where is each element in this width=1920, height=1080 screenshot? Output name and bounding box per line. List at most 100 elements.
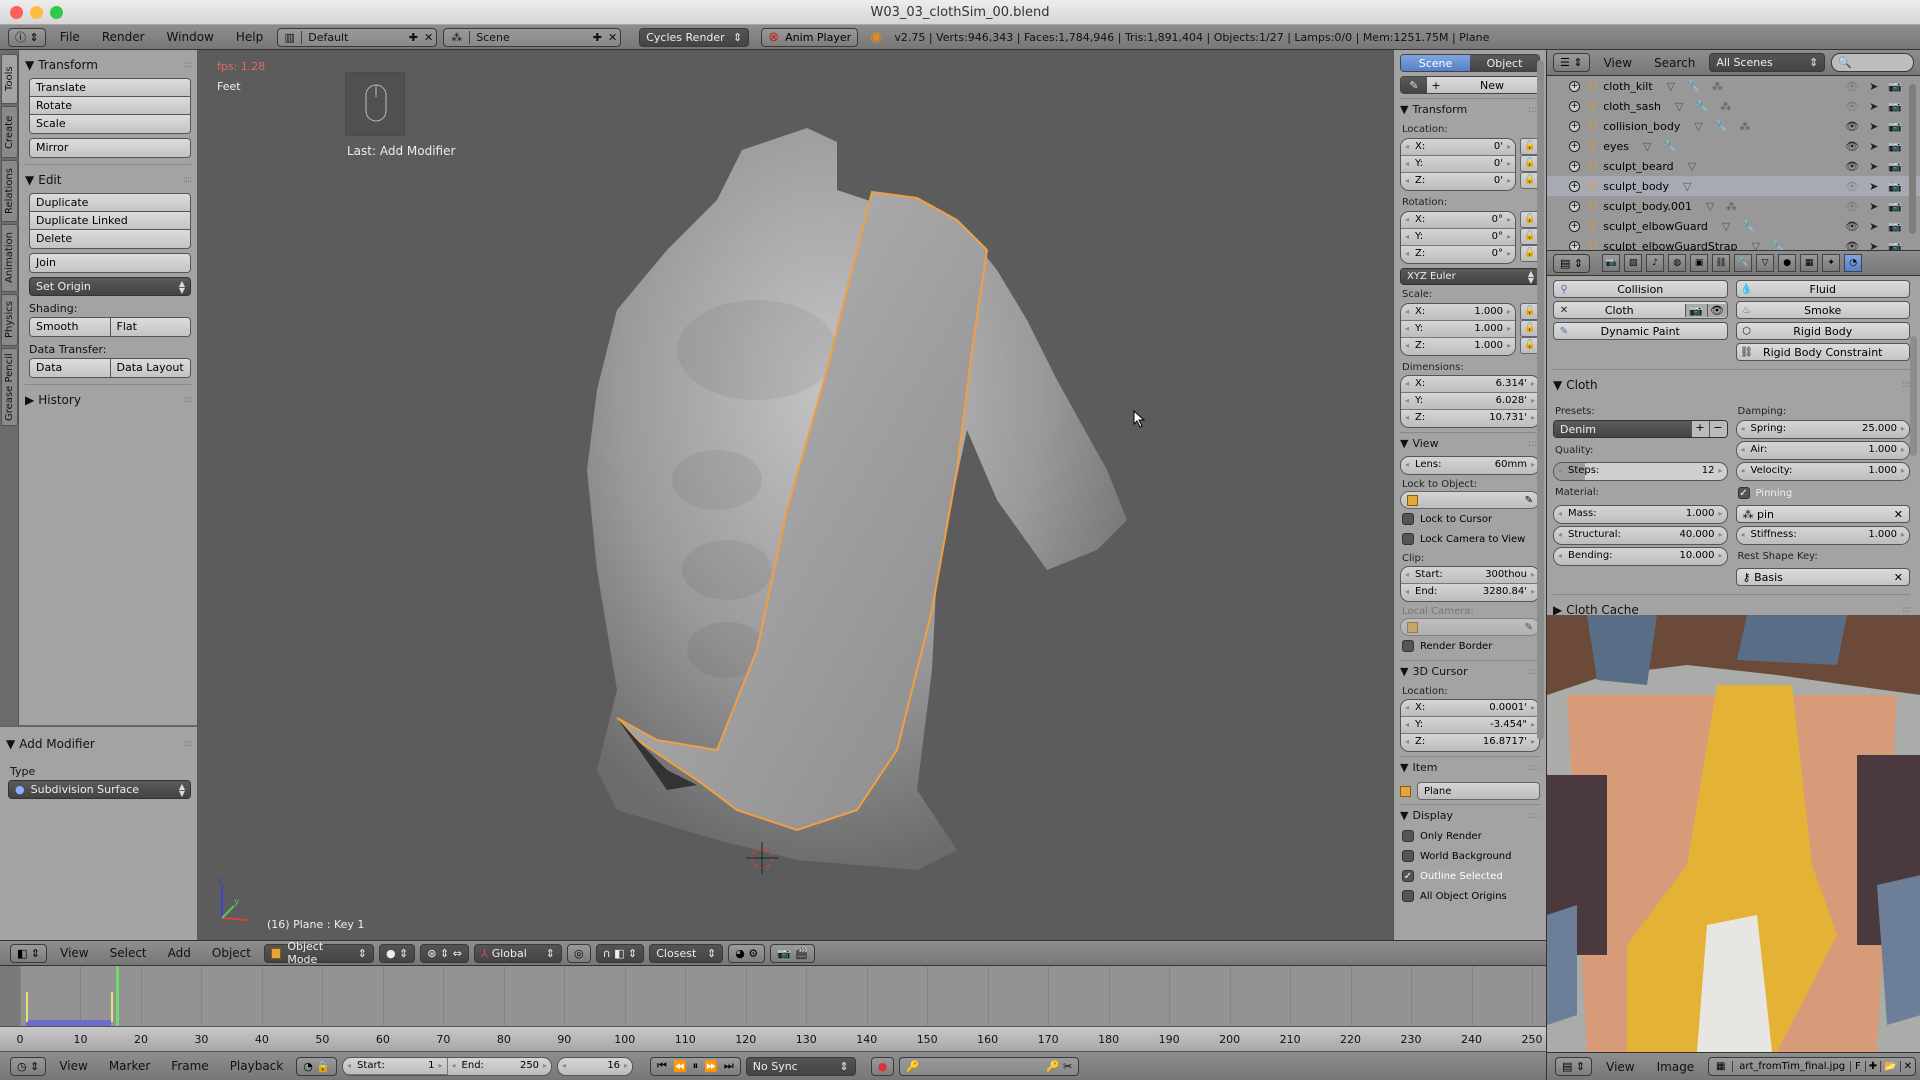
outliner-search-input[interactable]: 🔍 bbox=[1831, 53, 1914, 72]
select-arrow-icon[interactable]: ➤ bbox=[1869, 180, 1878, 193]
object-name[interactable]: sculpt_elbowGuard bbox=[1603, 220, 1708, 233]
flat-shading-button[interactable]: Flat bbox=[110, 318, 190, 336]
menu-search[interactable]: Search bbox=[1646, 56, 1703, 70]
expand-icon[interactable]: + bbox=[1569, 240, 1580, 250]
join-button[interactable]: Join bbox=[30, 254, 190, 272]
dimension-y-field[interactable]: Y:6.028' bbox=[1401, 393, 1539, 410]
menu-marker[interactable]: Marker bbox=[101, 1059, 158, 1073]
end-frame-field[interactable]: End:250 bbox=[447, 1057, 552, 1075]
select-arrow-icon[interactable]: ➤ bbox=[1869, 220, 1878, 233]
insert-keyframe-icon[interactable]: 🔑 bbox=[1046, 1060, 1060, 1073]
object-tab-icon[interactable]: ▣ bbox=[1690, 254, 1709, 272]
x-icon[interactable]: ✕ bbox=[1554, 305, 1574, 316]
rotation-mode-dropdown[interactable]: XYZ Euler ▲ ▼ bbox=[1400, 268, 1540, 285]
smoke-button[interactable]: ♨ Smoke bbox=[1735, 301, 1910, 319]
grip-icon[interactable]: :::: bbox=[1528, 811, 1540, 821]
editor-type-properties-button[interactable]: ▤ ⇕ bbox=[1553, 253, 1591, 273]
expand-icon[interactable]: + bbox=[1569, 180, 1580, 192]
menu-view[interactable]: View bbox=[1598, 1060, 1642, 1074]
tab-relations[interactable]: Relations bbox=[1, 160, 18, 222]
panel-history-header[interactable]: ▶ History:::: bbox=[25, 389, 192, 411]
expand-icon[interactable]: + bbox=[1569, 160, 1580, 172]
menu-frame[interactable]: Frame bbox=[163, 1059, 216, 1073]
opengl-render-image-icon[interactable]: 📷 bbox=[777, 947, 791, 960]
object-name[interactable]: collision_body bbox=[1603, 120, 1680, 133]
3d-viewport[interactable]: fps: 1.28 Feet Last: Add Modifier z y (1… bbox=[197, 50, 1393, 940]
menu-help[interactable]: Help bbox=[228, 30, 271, 44]
expand-icon[interactable]: + bbox=[1569, 120, 1580, 132]
clip-end-field[interactable]: End:3280.84' bbox=[1401, 584, 1539, 601]
render-buttons[interactable]: 📷 🎬 bbox=[770, 943, 816, 963]
close-icon[interactable]: ✕ bbox=[1899, 1061, 1915, 1072]
rigid-body-button[interactable]: ⬡ Rigid Body bbox=[1735, 322, 1910, 340]
presets-dropdown[interactable]: Denim bbox=[1554, 421, 1691, 437]
scale-button[interactable]: Scale bbox=[30, 115, 190, 133]
next-keyframe-icon[interactable]: ⏩ bbox=[704, 1060, 718, 1073]
cursor-x-field[interactable]: X:0.0001' bbox=[1401, 700, 1539, 717]
timeline-area[interactable] bbox=[0, 966, 1546, 1026]
outliner-item[interactable]: + ▽ sculpt_elbowGuard ▽ 🔧 👁 ➤ 📷 bbox=[1547, 216, 1920, 236]
cursor-y-field[interactable]: Y:-3.454" bbox=[1401, 717, 1539, 734]
pin-group-field[interactable]: ⁂ pin ✕ bbox=[1735, 505, 1910, 523]
object-name-field[interactable]: Plane bbox=[1417, 782, 1540, 800]
render-camera-icon[interactable]: 📷 bbox=[1888, 140, 1902, 153]
outliner-item[interactable]: + ▽ sculpt_body.001 ▽ ⁂ 👁 ➤ 📷 bbox=[1547, 196, 1920, 216]
panel-cloth-cache-header[interactable]: ▶ Cloth Cache:::: bbox=[1553, 599, 1911, 615]
render-camera-icon[interactable]: 📷 bbox=[1888, 100, 1902, 113]
air-field[interactable]: Air:1.000 bbox=[1736, 442, 1909, 459]
structural-field[interactable]: Structural:40.000 bbox=[1554, 527, 1727, 544]
cursor-z-field[interactable]: Z:16.8717' bbox=[1401, 734, 1539, 751]
rotate-button[interactable]: Rotate bbox=[30, 97, 190, 115]
tab-scene[interactable]: Scene bbox=[1401, 55, 1470, 71]
rotation-y-field[interactable]: Y:0° bbox=[1401, 229, 1515, 246]
grip-icon[interactable]: :::: bbox=[1902, 380, 1911, 390]
editor-type-info-button[interactable]: ⓘ ⇕ bbox=[8, 27, 46, 47]
render-border-checkbox[interactable]: Render Border bbox=[1400, 636, 1540, 656]
select-arrow-icon[interactable]: ➤ bbox=[1869, 120, 1878, 133]
keying-set-field[interactable]: 🔑 🔑 ✂ bbox=[899, 1056, 1080, 1076]
select-arrow-icon[interactable]: ➤ bbox=[1869, 200, 1878, 213]
clear-icon[interactable]: ✕ bbox=[1894, 571, 1903, 584]
render-engine-dropdown[interactable]: Cycles Render ⇕ bbox=[639, 27, 750, 47]
panel-cloth-header[interactable]: ▼ Cloth:::: bbox=[1553, 374, 1911, 396]
expand-icon[interactable]: + bbox=[1569, 140, 1580, 152]
panel-transform-header[interactable]: ▼ Transform:::: bbox=[25, 54, 192, 76]
editor-type-timeline-button[interactable]: ◷ ⇕ bbox=[10, 1056, 47, 1076]
menu-view[interactable]: View bbox=[51, 1059, 95, 1073]
pivot-point-dropdown[interactable]: ⊛ ⇕ ⇔ bbox=[420, 943, 469, 963]
particles-tab-icon[interactable]: ✦ bbox=[1822, 254, 1841, 272]
viewport-shading-dropdown[interactable]: ● ⇕ bbox=[378, 943, 416, 963]
display-mode-dropdown[interactable]: All Scenes ⇕ bbox=[1709, 53, 1826, 72]
mass-field[interactable]: Mass:1.000 bbox=[1554, 506, 1727, 523]
select-arrow-icon[interactable]: ➤ bbox=[1869, 240, 1878, 251]
lock-icon[interactable]: 🔒 bbox=[316, 1060, 330, 1073]
tab-physics[interactable]: Physics bbox=[1, 294, 18, 346]
render-camera-icon[interactable]: 📷 bbox=[1888, 160, 1902, 173]
snap-align-button[interactable]: ◕ ⚙ bbox=[728, 943, 766, 963]
object-name[interactable]: sculpt_body.001 bbox=[1603, 200, 1692, 213]
eyedropper-icon[interactable]: ✎ bbox=[1525, 495, 1533, 506]
delete-keyframe-icon[interactable]: ✂ bbox=[1063, 1060, 1072, 1073]
modifiers-tab-icon[interactable]: 🔧 bbox=[1734, 254, 1753, 272]
auto-keying-button[interactable]: ● bbox=[870, 1056, 895, 1076]
visibility-eye-icon[interactable]: 👁 bbox=[1845, 120, 1859, 133]
panel-item-header[interactable]: ▼ Item:::: bbox=[1400, 756, 1540, 778]
menu-image[interactable]: Image bbox=[1649, 1060, 1703, 1074]
constraints-tab-icon[interactable]: ⛓ bbox=[1712, 254, 1731, 272]
grip-icon[interactable]: :::: bbox=[1528, 763, 1540, 773]
current-frame-field[interactable]: 16 bbox=[558, 1057, 633, 1075]
select-arrow-icon[interactable]: ➤ bbox=[1869, 80, 1878, 93]
current-frame-indicator[interactable] bbox=[115, 966, 119, 1026]
render-camera-icon[interactable]: 📷 bbox=[1888, 120, 1902, 133]
add-icon[interactable]: ✚ bbox=[1864, 1061, 1880, 1072]
render-layers-tab-icon[interactable]: ▧ bbox=[1624, 254, 1643, 272]
editor-type-outliner-button[interactable]: ☰ ⇕ bbox=[1553, 53, 1590, 72]
stiffness-field[interactable]: Stiffness:1.000 bbox=[1736, 527, 1909, 544]
editor-type-3d-view-button[interactable]: ◧ ⇕ bbox=[10, 943, 48, 963]
dynamic-paint-button[interactable]: ✎ Dynamic Paint bbox=[1553, 322, 1728, 340]
select-arrow-icon[interactable]: ➤ bbox=[1869, 100, 1878, 113]
data-button[interactable]: Data bbox=[30, 359, 111, 377]
expand-icon[interactable]: + bbox=[1569, 100, 1580, 112]
delete-button[interactable]: Delete bbox=[30, 230, 190, 248]
scale-y-field[interactable]: Y:1.000 bbox=[1401, 321, 1515, 338]
